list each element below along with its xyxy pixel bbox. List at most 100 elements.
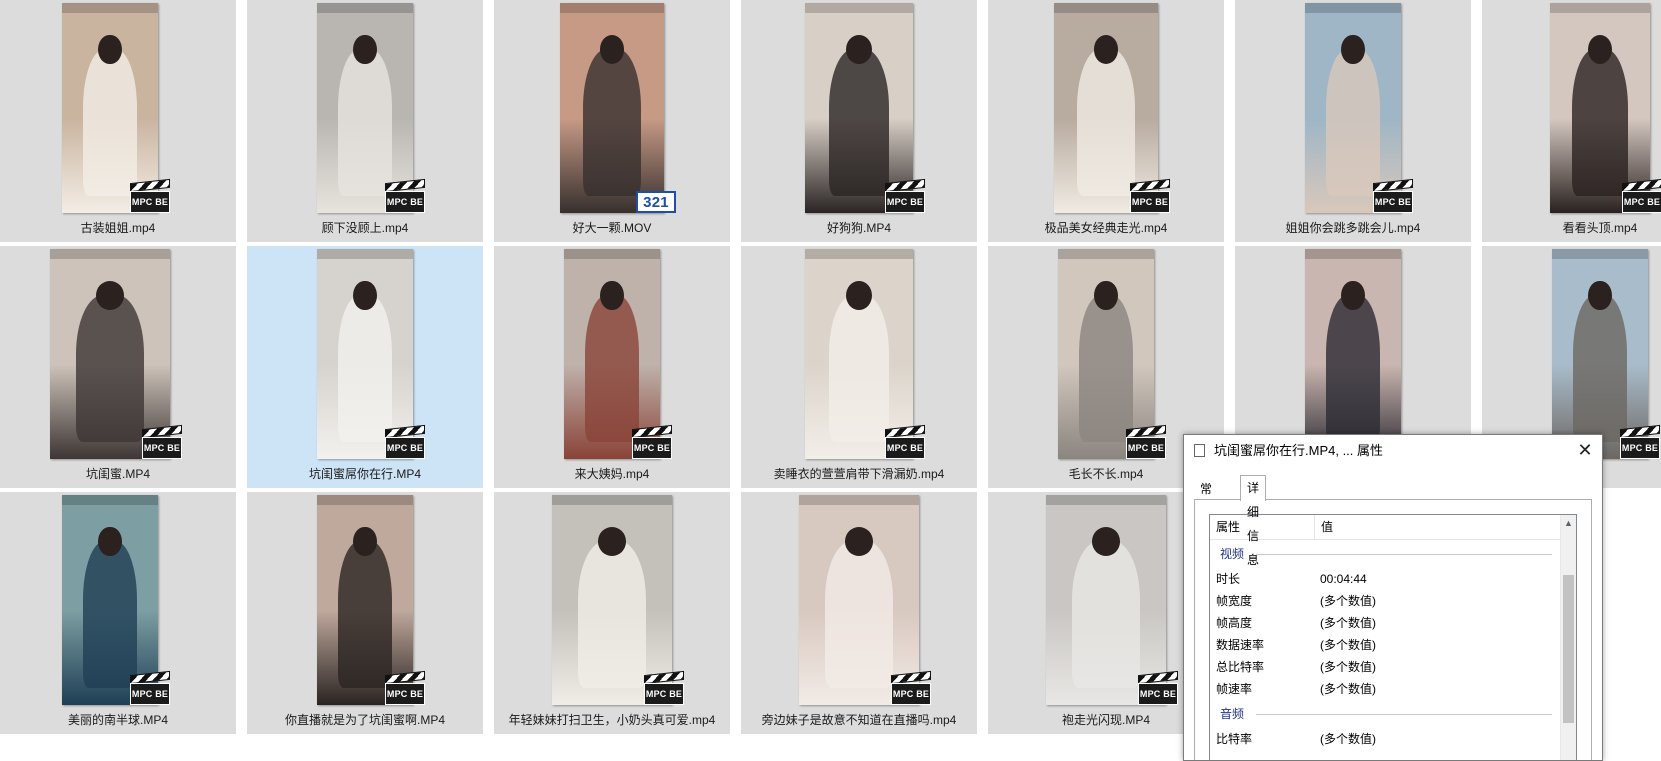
player-badge-icon: MPC BE <box>130 670 170 705</box>
player-badge-icon: MPC BE <box>885 424 925 459</box>
player-badge-label: MPC BE <box>885 437 925 459</box>
property-value: 00:04:44 <box>1320 572 1367 586</box>
column-header-value[interactable]: 值 <box>1315 515 1551 539</box>
file-tile[interactable]: MPC BE 姐姐你会跳多跳会儿.mp4 <box>1235 0 1471 242</box>
property-name: 总比特率 <box>1216 660 1265 674</box>
file-name: 你直播就是为了坑闺蜜啊.MP4 <box>284 713 445 727</box>
property-row[interactable]: 时长 00:04:44 <box>1216 568 1560 590</box>
player-badge-icon: MPC BE <box>644 670 684 705</box>
file-tile[interactable]: MPC BE 来大姨妈.mp4 <box>494 246 730 488</box>
player-badge-label: 321 <box>636 191 676 213</box>
file-tile[interactable]: MPC BE 古装姐姐.mp4 <box>0 0 236 242</box>
property-value: (多个数值) <box>1320 660 1376 674</box>
player-badge-icon: MPC BE <box>1130 178 1170 213</box>
file-name: 年轻妹妹打扫卫生，小奶头真可爱.mp4 <box>508 713 716 727</box>
property-row[interactable]: 帧高度 (多个数值) <box>1216 612 1560 634</box>
scroll-up-icon[interactable]: ▲ <box>1561 515 1576 531</box>
file-name: 看看头顶.mp4 <box>1562 221 1638 235</box>
player-badge-label: MPC BE <box>1126 437 1166 459</box>
player-badge-icon: MPC BE <box>1373 178 1413 213</box>
property-value: (多个数值) <box>1320 594 1376 608</box>
player-badge-label: MPC BE <box>891 683 931 705</box>
file-name: 旁边妹子是故意不知道在直播吗.mp4 <box>761 713 957 727</box>
group-header: 音频 <box>1220 704 1560 724</box>
file-tile[interactable]: MPC BE 年轻妹妹打扫卫生，小奶头真可爱.mp4 <box>494 492 730 734</box>
property-value: (多个数值) <box>1320 732 1376 746</box>
file-tile[interactable]: MPC BE 极品美女经典走光.mp4 <box>988 0 1224 242</box>
tab-general[interactable]: 常规 <box>1194 479 1218 516</box>
file-name: 好大一颗.MOV <box>572 221 652 235</box>
file-tile[interactable]: MPC BE 好狗狗.MP4 <box>741 0 977 242</box>
player-badge-icon: MPC BE <box>891 670 931 705</box>
player-badge-label: MPC BE <box>385 683 425 705</box>
property-name: 帧宽度 <box>1216 594 1253 608</box>
file-name: 卖睡衣的萱萱肩带下滑漏奶.mp4 <box>773 467 945 481</box>
property-row[interactable]: 帧速率 (多个数值) <box>1216 678 1560 700</box>
property-row[interactable]: 帧宽度 (多个数值) <box>1216 590 1560 612</box>
player-badge-label: MPC BE <box>644 683 684 705</box>
file-icon <box>1194 444 1205 457</box>
player-badge-icon: MPC BE <box>130 178 170 213</box>
close-icon[interactable]: ✕ <box>1568 435 1602 465</box>
player-badge-icon: MPC BE <box>385 424 425 459</box>
file-tile[interactable]: MPC BE 美丽的南半球.MP4 <box>0 492 236 734</box>
player-badge-icon: MPC BE <box>142 424 182 459</box>
property-name: 数据速率 <box>1216 638 1265 652</box>
player-badge-label: MPC BE <box>1138 683 1178 705</box>
player-badge-icon: MPC BE <box>385 178 425 213</box>
player-badge-label: MPC BE <box>130 683 170 705</box>
file-name: 好狗狗.MP4 <box>826 221 891 235</box>
details-listview[interactable]: 属性 值 视频 时长 00:04:44 帧宽度 (多个数值) 帧高度 (多个数值) 数据速率 (… <box>1209 514 1577 760</box>
file-tile[interactable]: MPC BE 卖睡衣的萱萱肩带下滑漏奶.mp4 <box>741 246 977 488</box>
player-badge-icon: MPC BE <box>1620 424 1660 459</box>
file-tile[interactable]: MPC BE 坑闺蜜屌你在行.MP4 <box>247 246 483 488</box>
property-value: (多个数值) <box>1320 616 1376 630</box>
file-tile[interactable]: MPC BE 坑闺蜜.MP4 <box>0 246 236 488</box>
player-badge-icon: MPC BE <box>1138 670 1178 705</box>
player-badge-label: MPC BE <box>130 191 170 213</box>
file-name: 来大姨妈.mp4 <box>574 467 650 481</box>
player-badge-label: MPC BE <box>1130 191 1170 213</box>
file-name: 坑闺蜜屌你在行.MP4 <box>308 467 421 481</box>
properties-dialog: 坑闺蜜屌你在行.MP4, ... 属性 ✕ 常规 详细信息 属性 值 视频时长 0… <box>1183 434 1603 761</box>
player-badge-label: MPC BE <box>885 191 925 213</box>
file-tile[interactable]: 321 好大一颗.MOV <box>494 0 730 242</box>
player-badge-icon: MPC BE <box>885 178 925 213</box>
player-badge-label: MPC BE <box>385 191 425 213</box>
group-label: 音频 <box>1220 707 1245 721</box>
property-name: 比特率 <box>1216 732 1253 746</box>
player-badge-label: MPC BE <box>142 437 182 459</box>
property-row[interactable]: 数据速率 (多个数值) <box>1216 634 1560 656</box>
property-row[interactable]: 总比特率 (多个数值) <box>1216 656 1560 678</box>
tab-details[interactable]: 详细信息 <box>1240 475 1267 567</box>
dialog-titlebar[interactable]: 坑闺蜜屌你在行.MP4, ... 属性 ✕ <box>1184 435 1602 467</box>
property-row[interactable]: 比特率 (多个数值) <box>1216 728 1560 750</box>
file-name: 极品美女经典走光.mp4 <box>1044 221 1168 235</box>
file-tile[interactable]: MPC BE 旁边妹子是故意不知道在直播吗.mp4 <box>741 492 977 734</box>
property-name: 帧高度 <box>1216 616 1253 630</box>
file-name: 古装姐姐.mp4 <box>80 221 156 235</box>
property-name: 帧速率 <box>1216 682 1253 696</box>
property-value: (多个数值) <box>1320 682 1376 696</box>
player-badge-icon: MPC BE <box>1622 178 1661 213</box>
player-badge-icon: MPC BE <box>1126 424 1166 459</box>
file-tile[interactable]: MPC BE 看看头顶.mp4 <box>1482 0 1661 242</box>
player-badge-icon: MPC BE <box>632 424 672 459</box>
file-name: 坑闺蜜.MP4 <box>85 467 150 481</box>
scrollbar-thumb[interactable] <box>1563 575 1574 723</box>
property-name: 时长 <box>1216 572 1241 586</box>
file-tile[interactable]: MPC BE 顾下没顾上.mp4 <box>247 0 483 242</box>
file-name: 姐姐你会跳多跳会儿.mp4 <box>1285 221 1421 235</box>
player-badge-label: MPC BE <box>1622 191 1661 213</box>
player-badge-label: MPC BE <box>1620 437 1660 459</box>
player-badge-icon: MPC BE <box>385 670 425 705</box>
player-badge-label: MPC BE <box>632 437 672 459</box>
file-name: 美丽的南半球.MP4 <box>67 713 168 727</box>
player-badge-label: MPC BE <box>385 437 425 459</box>
vertical-scrollbar[interactable]: ▲ <box>1560 515 1576 760</box>
column-header-property[interactable]: 属性 <box>1210 515 1315 539</box>
file-tile[interactable]: MPC BE 你直播就是为了坑闺蜜啊.MP4 <box>247 492 483 734</box>
file-name: 顾下没顾上.mp4 <box>321 221 409 235</box>
player-badge-icon: 321 <box>636 181 676 213</box>
group-header: 视频 <box>1220 544 1560 564</box>
